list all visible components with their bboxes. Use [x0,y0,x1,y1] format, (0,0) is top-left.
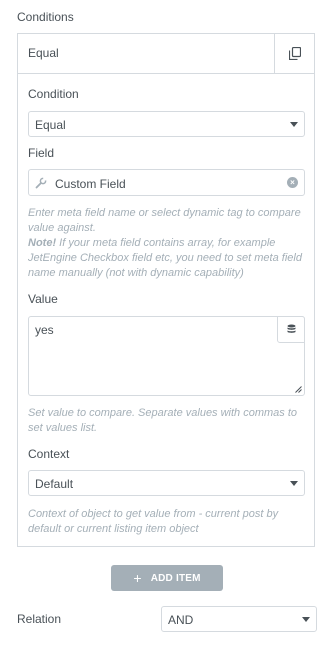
value-description: Set value to compare. Separate values wi… [28,407,298,434]
add-item-label: ADD ITEM [150,572,201,584]
value-label: Value [28,292,58,306]
chevron-down-icon [290,122,298,127]
condition-item-title: Equal [28,46,59,60]
duplicate-icon [288,47,301,60]
field-note-label: Note! [28,237,57,249]
context-select[interactable]: Default [28,470,305,496]
relation-select-value: AND [168,613,194,627]
context-select-value: Default [35,477,74,491]
resize-handle-icon[interactable] [295,386,302,393]
chevron-down-icon [290,481,298,486]
dynamic-tags-button[interactable] [277,316,305,343]
field-input[interactable]: Custom Field × [28,169,305,196]
context-label: Context [28,447,70,461]
plus-icon: + [133,570,142,586]
field-input-value: Custom Field [55,177,126,191]
field-note-text: If your meta field contains array, for e… [28,237,302,279]
database-icon [287,324,295,333]
condition-select[interactable]: Equal [28,111,305,137]
relation-select[interactable]: AND [161,606,317,632]
duplicate-button[interactable] [274,34,314,73]
clear-icon[interactable]: × [287,177,298,188]
wrench-icon [35,177,47,189]
condition-item-header[interactable]: Equal [18,34,314,74]
conditions-section-label: Conditions [17,10,74,24]
value-textarea-text: yes [35,323,54,337]
field-description: Enter meta field name or select dynamic … [28,206,308,281]
value-textarea[interactable]: yes [28,316,305,396]
field-description-text: Enter meta field name or select dynamic … [28,207,301,234]
field-label: Field [28,146,55,160]
condition-label: Condition [28,87,79,101]
chevron-down-icon [302,617,310,622]
condition-select-value: Equal [35,118,66,132]
condition-item-panel: Equal Condition Equal Field Custom Field… [17,33,315,547]
context-description: Context of object to get value from - cu… [28,508,279,535]
relation-label: Relation [17,612,62,626]
add-item-button[interactable]: + ADD ITEM [111,565,223,591]
